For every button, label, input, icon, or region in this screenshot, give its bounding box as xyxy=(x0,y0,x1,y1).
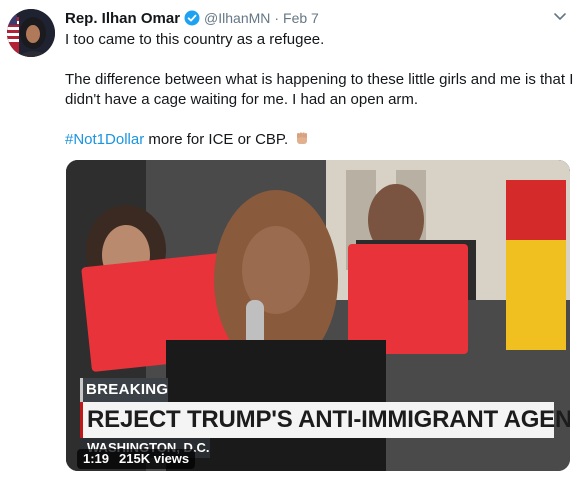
chevron-down-icon[interactable] xyxy=(553,12,567,22)
video-views: 215K views xyxy=(119,451,190,466)
tweet-text-line: I too came to this country as a refugee. xyxy=(65,31,325,48)
video-duration: 1:19 xyxy=(83,451,110,466)
avatar[interactable] xyxy=(7,9,55,57)
tweet-text-line: The difference between what is happening… xyxy=(65,71,574,88)
news-headline: REJECT TRUMP'S ANTI-IMMIGRANT AGENDA xyxy=(80,402,570,438)
user-handle[interactable]: @IlhanMN xyxy=(204,10,270,26)
separator-dot: · xyxy=(274,10,280,26)
breaking-label: BREAKING xyxy=(80,378,168,402)
tweet-text-line: didn't have a cage waiting for me. I had… xyxy=(65,91,419,108)
display-name[interactable]: Rep. Ilhan Omar xyxy=(65,10,180,27)
tweet-card[interactable]: Rep. Ilhan Omar @IlhanMN · Feb 7 I too c… xyxy=(0,0,575,478)
video-stats-badge: 1:19 215K views xyxy=(77,449,196,469)
tweet-date[interactable]: Feb 7 xyxy=(283,10,319,26)
video-player[interactable]: BREAKING REJECT TRUMP'S ANTI-IMMIGRANT A… xyxy=(66,160,570,471)
tweet-header: Rep. Ilhan Omar @IlhanMN · Feb 7 xyxy=(65,8,319,28)
tweet-text-hashtag-line: #Not1Dollar more for ICE or CBP. xyxy=(65,130,310,150)
raised-fist-emoji-icon xyxy=(297,132,308,144)
verified-badge-icon xyxy=(184,10,200,26)
tweet-text-tail: more for ICE or CBP. xyxy=(144,131,289,148)
hashtag-link[interactable]: #Not1Dollar xyxy=(65,131,144,148)
breaking-accent-bar xyxy=(80,378,83,402)
